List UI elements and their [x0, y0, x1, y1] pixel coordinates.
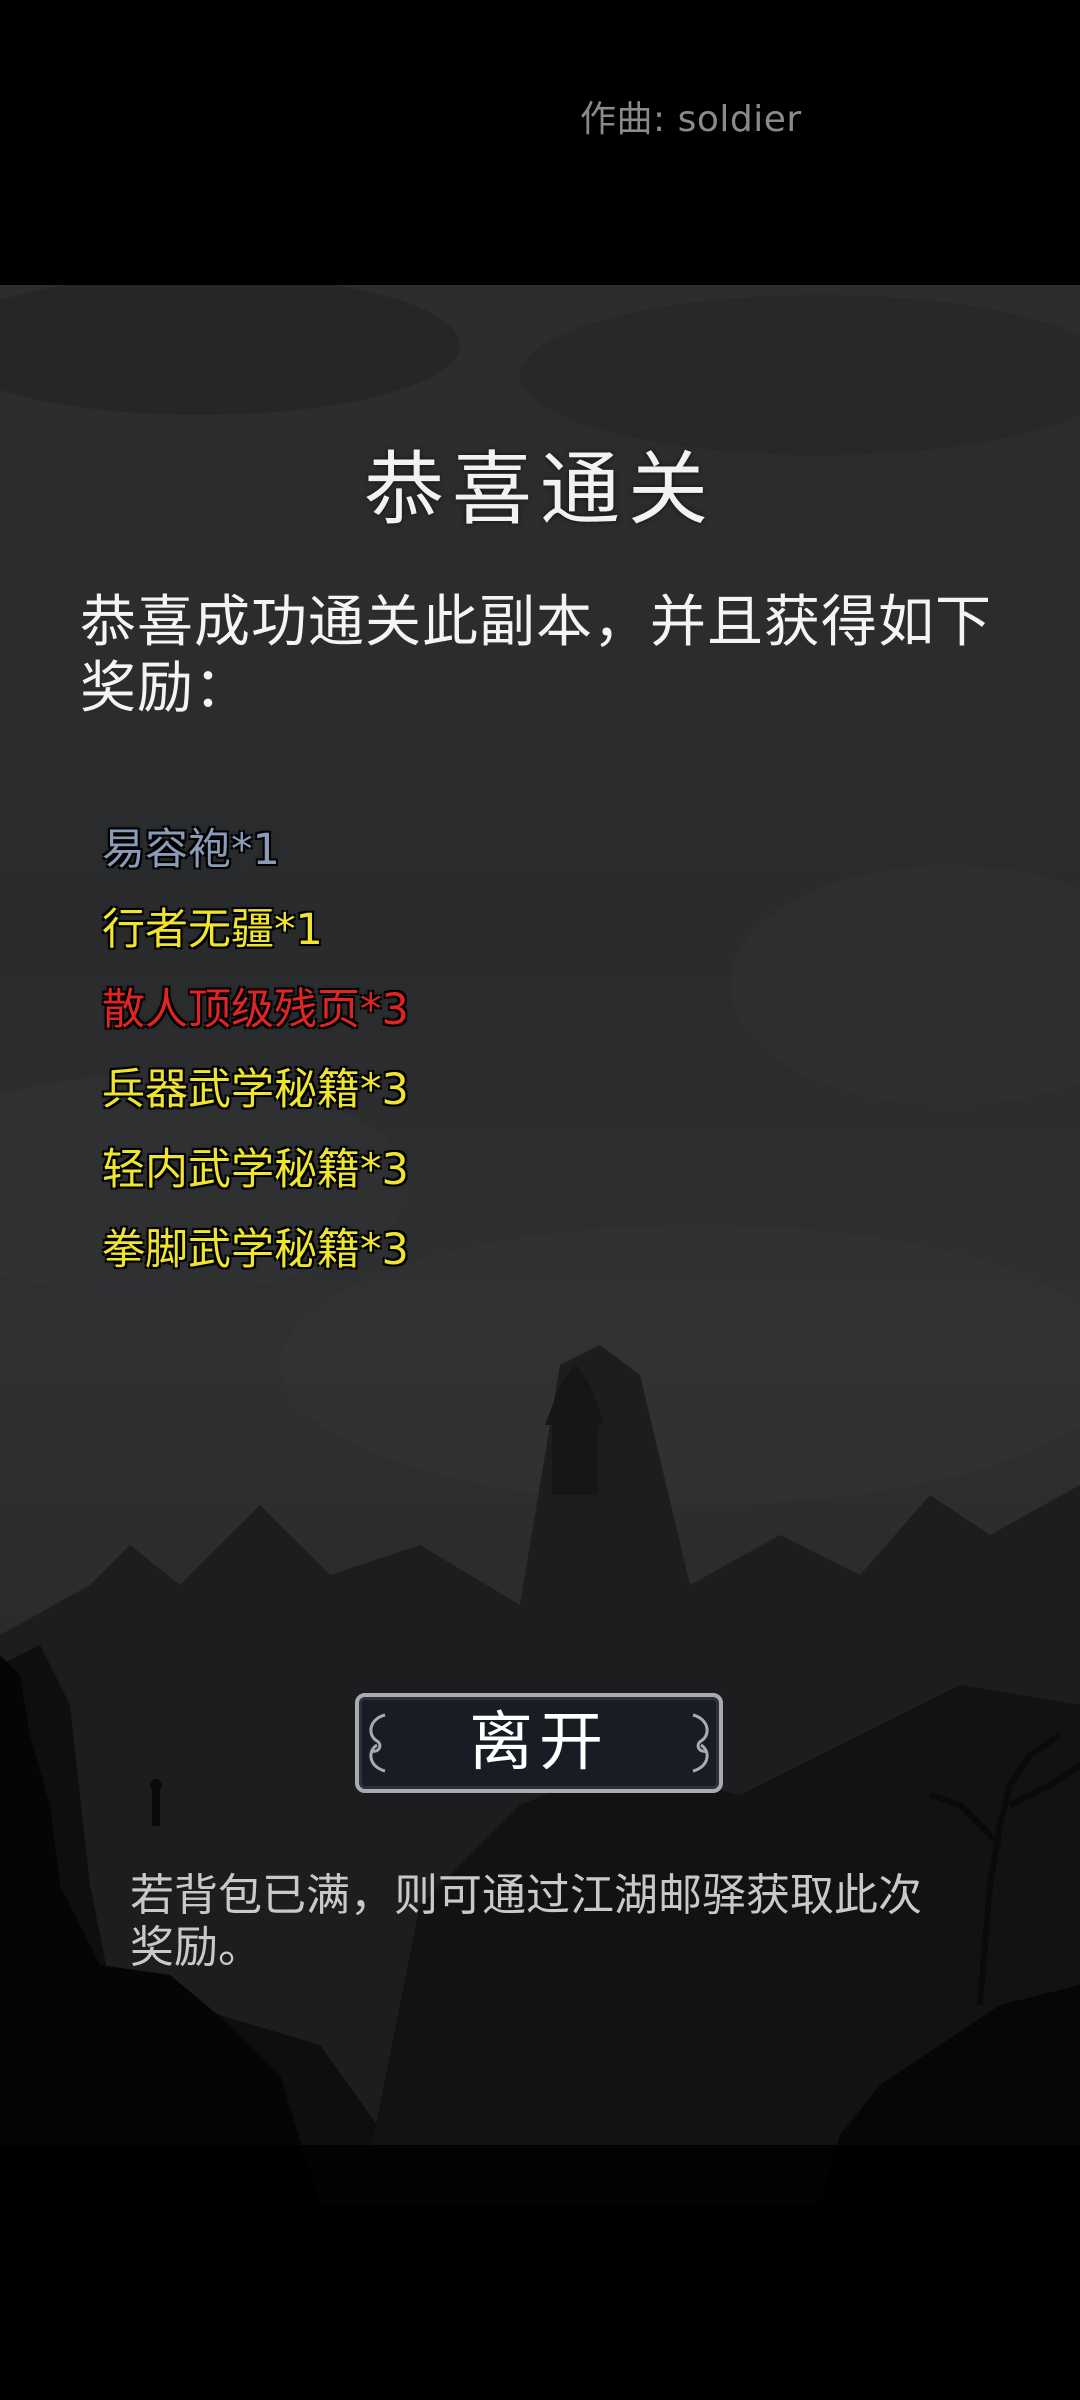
- backpack-full-note: 若背包已满，则可通过江湖邮驿获取此次奖励。: [130, 1870, 922, 1973]
- reward-item: 拳脚武学秘籍*3: [102, 1225, 409, 1275]
- video-top-bar: 作曲: soldier: [0, 0, 1080, 285]
- reward-item: 行者无疆*1: [102, 905, 323, 955]
- reward-item: 轻内武学秘籍*3: [102, 1145, 409, 1195]
- reward-item: 散人顶级残页*3: [102, 985, 409, 1035]
- reward-panel: 恭喜通关 恭喜成功通关此副本，并且获得如下奖励： 易容袍*1 行者无疆*1 散人…: [0, 285, 1080, 2205]
- reward-message: 恭喜成功通关此副本，并且获得如下奖励：: [80, 590, 992, 721]
- reward-list: 易容袍*1 行者无疆*1 散人顶级残页*3 兵器武学秘籍*3 轻内武学秘籍*3 …: [102, 810, 409, 1290]
- reward-item: 易容袍*1: [102, 825, 280, 875]
- dialog-title: 恭喜通关: [364, 443, 716, 536]
- reward-item: 兵器武学秘籍*3: [102, 1065, 409, 1115]
- leave-button[interactable]: 离开: [355, 1693, 723, 1793]
- screen: 作曲: soldier 恭喜通关 恭喜成功通关此副本，并且获得如下奖励： 易容袍…: [0, 0, 1080, 2400]
- music-credit: 作曲: soldier: [580, 99, 802, 140]
- leave-button-label: 离开: [469, 1706, 609, 1780]
- scroll-ornament-icon: [692, 1713, 709, 1773]
